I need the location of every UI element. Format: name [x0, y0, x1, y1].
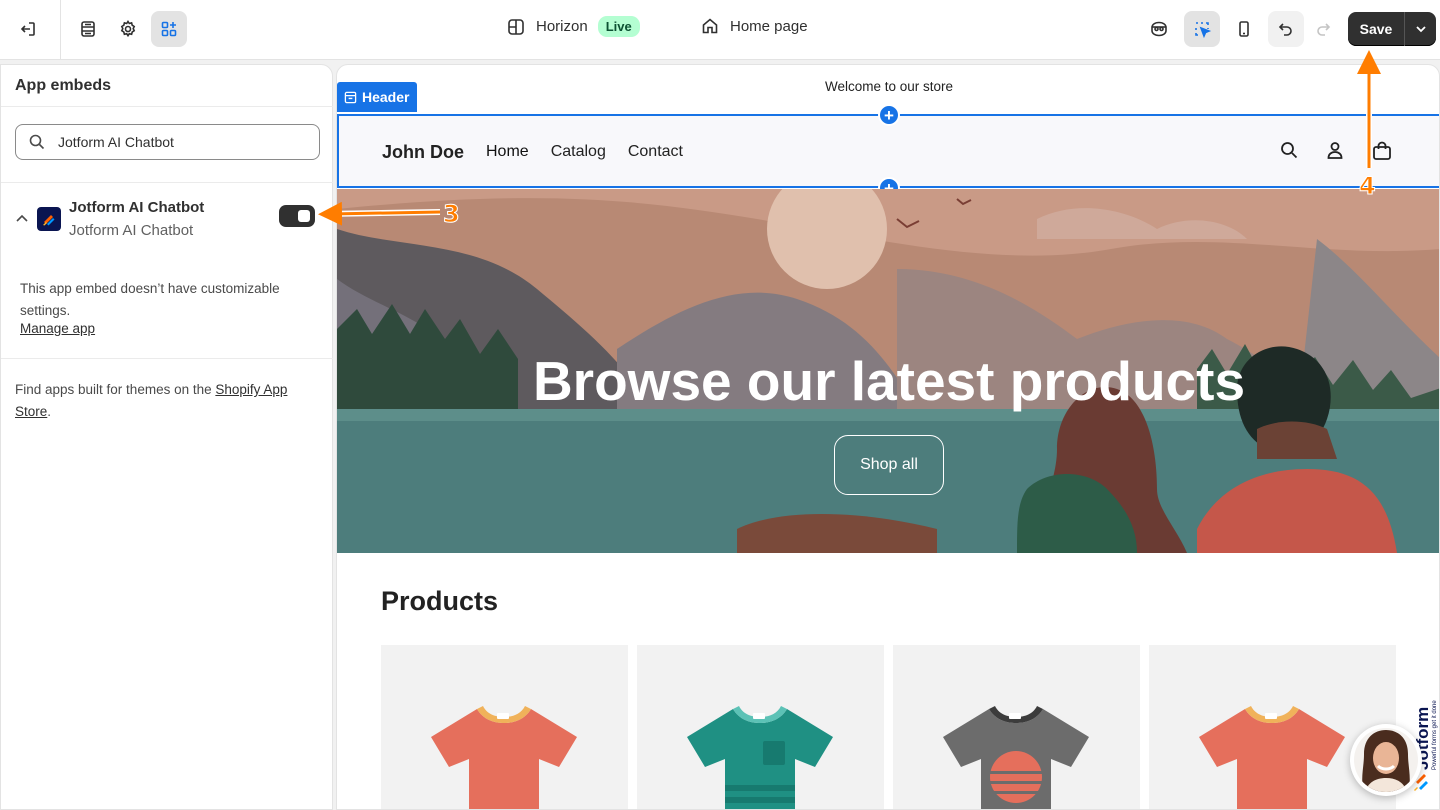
annotation-arrows — [318, 50, 1381, 226]
annotation-3: 3 — [443, 200, 461, 229]
annotation-4: 4 — [1359, 172, 1377, 201]
